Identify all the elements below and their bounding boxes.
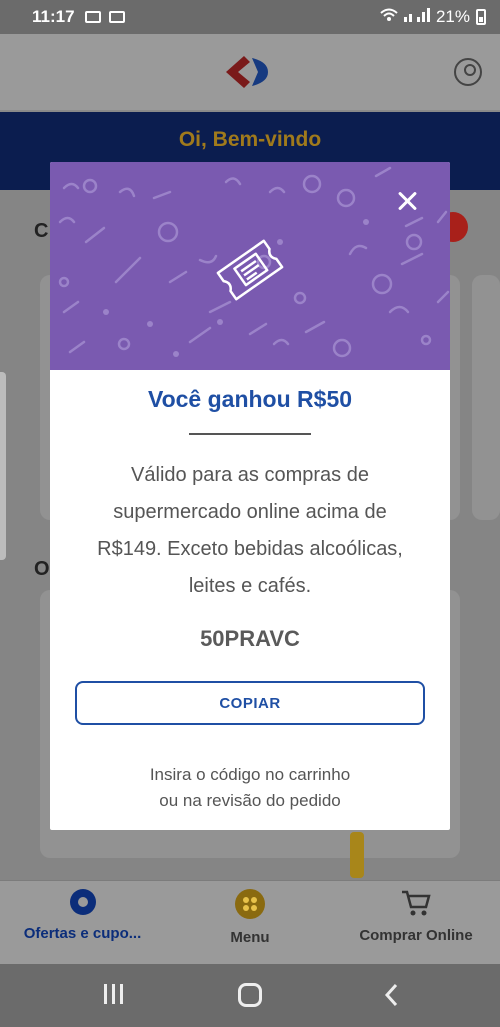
account-icon[interactable] [454,58,482,86]
ticket-icon [208,228,292,312]
background-heading: O [34,558,50,580]
copy-button[interactable]: COPIAR [75,681,425,725]
home-icon[interactable] [238,983,262,1007]
status-bar: 11:17 21% [0,0,500,34]
modal-title: Você ganhou R$50 [147,386,353,412]
wifi-icon [380,7,398,27]
bottom-nav: Ofertas e cupo... Menu Comprar Online [0,880,500,964]
status-time: 11:17 [32,7,75,26]
back-icon[interactable] [382,982,412,1008]
system-nav [0,964,500,1027]
nav-ofertas-label: Ofertas e cupo... [23,925,142,942]
notification-icon [84,11,101,23]
offers-icon [69,889,96,915]
recents-icon[interactable] [100,982,130,1008]
app-bar [0,34,500,110]
hint-line-2: ou na revisão do pedido [159,791,341,810]
background-decoration [350,832,364,878]
background-heading: C [34,220,49,242]
battery-icon [476,9,486,25]
modal-hint: Insira o código no carrinho ou na revisã… [50,762,450,814]
coupon-code: 50PRAVC [200,626,300,651]
battery-text: 21% [435,7,470,26]
modal-description: Válido para as compras de supermercado o… [97,464,403,597]
menu-icon [235,889,265,919]
divider [189,433,311,435]
laptop-icon [108,11,125,23]
carrefour-logo[interactable] [222,52,278,92]
background-card [472,275,500,520]
nav-menu[interactable]: Menu [210,889,290,946]
nav-comprar-online[interactable]: Comprar Online [346,889,486,944]
modal-header [50,162,450,370]
nav-ofertas[interactable]: Ofertas e cupo... [0,889,165,942]
nav-menu-label: Menu [230,929,270,946]
signal-icon [403,7,430,27]
coupon-modal: Você ganhou R$50 Válido para as compras … [50,162,450,830]
welcome-greeting: Oi, Bem-vindo [178,128,322,151]
nav-comprar-label: Comprar Online [359,927,473,944]
cart-icon [401,889,431,917]
close-icon[interactable] [394,188,420,214]
hint-line-1: Insira o código no carrinho [149,765,351,784]
side-tab[interactable] [0,372,6,560]
